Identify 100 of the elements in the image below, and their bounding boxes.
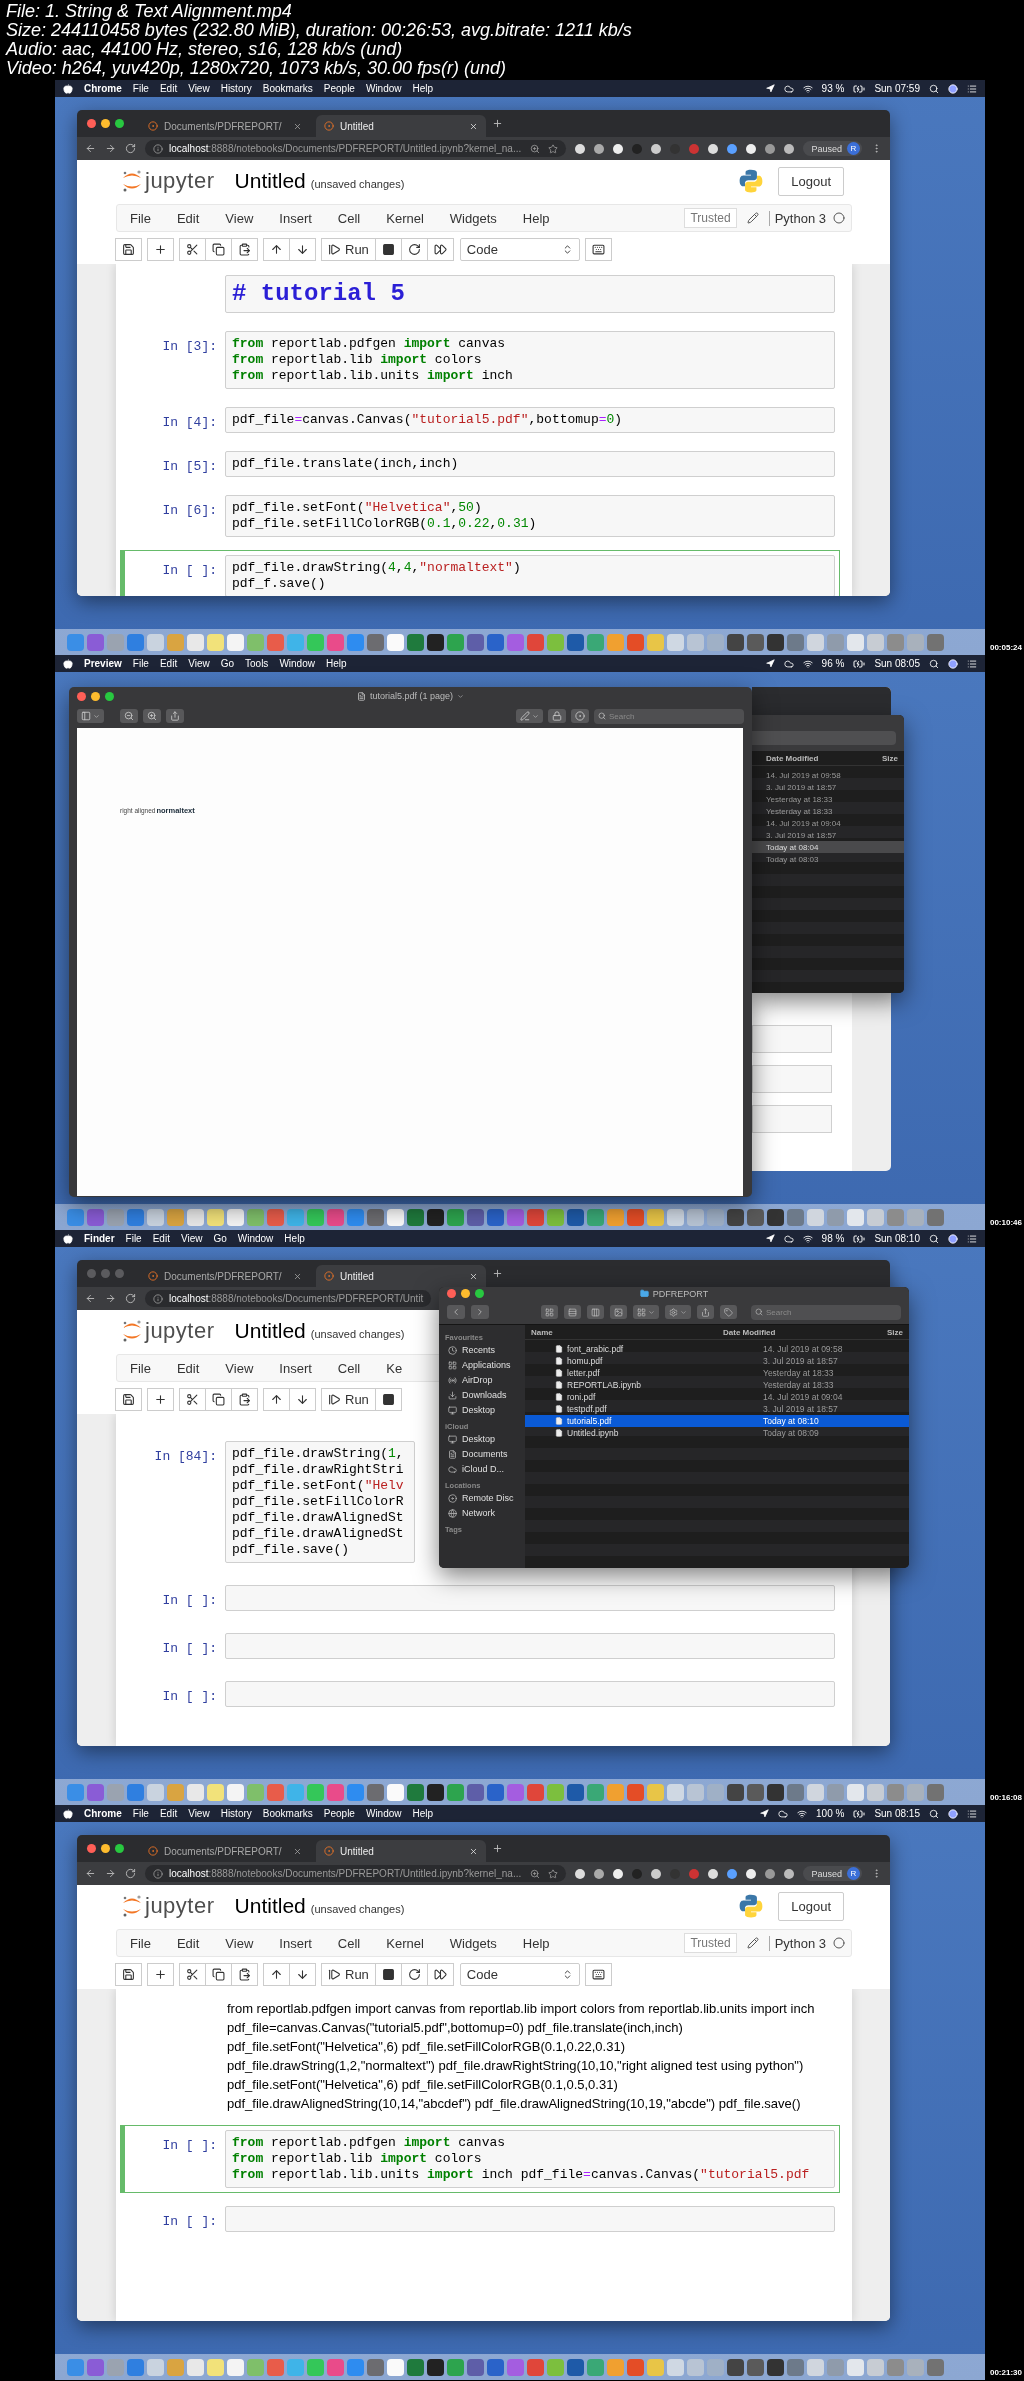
menubar-item[interactable]: Edit bbox=[159, 658, 178, 669]
notebook-cell[interactable]: In [ ]: bbox=[120, 1580, 840, 1616]
menubar-item[interactable]: Help bbox=[412, 83, 434, 94]
menubar-item[interactable]: File bbox=[132, 658, 149, 669]
notebook-menu-item[interactable]: File bbox=[117, 210, 164, 226]
menubar-item[interactable]: View bbox=[180, 1233, 203, 1244]
notebook-cell[interactable]: In [6]: pdf_file.setFont("Helvetica",50) pdf_file.setFillColorRGB(0.1,0.22,0.31) bbox=[120, 490, 840, 542]
browser-tab[interactable]: Documents/PDFREPORT/ bbox=[140, 1840, 310, 1862]
file-row[interactable]: Yesterday at 18:33 bbox=[752, 793, 904, 805]
column-header[interactable]: Date Modified bbox=[723, 1327, 776, 1337]
menubar-item[interactable]: Window bbox=[237, 1233, 274, 1244]
browser-tab[interactable]: Documents/PDFREPORT/ bbox=[140, 115, 310, 137]
file-row[interactable]: roni.pdf 14. Jul 2019 at 09:04 bbox=[525, 1391, 909, 1403]
file-row[interactable]: 3. Jul 2019 at 18:57 bbox=[752, 829, 904, 841]
code-editor[interactable]: pdf_file.drawString(4,4,"normaltext") pdf_f.save() bbox=[225, 555, 835, 596]
menubar-item[interactable]: Edit bbox=[159, 83, 178, 94]
trusted-indicator[interactable]: Trusted bbox=[684, 208, 737, 228]
browser-tab[interactable]: Untitled bbox=[316, 1840, 486, 1862]
sidebar-item[interactable]: Recents bbox=[445, 1343, 519, 1357]
browser-tab[interactable]: Documents/PDFREPORT/ bbox=[140, 1265, 310, 1287]
sidebar-item[interactable]: Network bbox=[445, 1506, 519, 1520]
code-editor[interactable]: pdf_file=canvas.Canvas("tutorial5.pdf",bottomup=0) bbox=[225, 407, 835, 433]
code-editor[interactable]: from reportlab.pdfgen import canvas from reportlab.lib import colors from reportlab.lib.units import inch pdf_file=canvas.Canvas("tutorial5.pdf bbox=[225, 2130, 835, 2188]
sidebar-item[interactable]: Desktop bbox=[445, 1432, 519, 1446]
menubar-item[interactable]: Window bbox=[279, 658, 315, 669]
notebook-cell[interactable]: In [84]: pdf_file.drawString(1, pdf_file.drawRightStri pdf_file.setFont("Helv pdf_file.setFillColorR pdf_file.drawAlignedSt pdf_file.drawAlignedSt pdf_file.save() bbox=[120, 1436, 420, 1568]
menubar-app-name[interactable]: Chrome bbox=[84, 1808, 122, 1819]
code-editor[interactable]: pdf_file.setFont("Helvetica",50) pdf_file.setFillColorRGB(0.1,0.22,0.31) bbox=[225, 495, 835, 537]
menubar-app-name[interactable]: Preview bbox=[84, 658, 122, 669]
cell-type-select[interactable]: Code bbox=[459, 1962, 580, 1986]
file-row[interactable]: homu.pdf 3. Jul 2019 at 18:57 bbox=[525, 1355, 909, 1367]
profile-button[interactable]: Paused R bbox=[803, 1866, 862, 1881]
menubar-item[interactable]: People bbox=[323, 1808, 355, 1819]
sidebar-item[interactable]: AirDrop bbox=[445, 1373, 519, 1387]
menubar-item[interactable]: Go bbox=[220, 658, 234, 669]
notebook-menu-item[interactable]: File bbox=[117, 1360, 164, 1376]
notebook-menu-item[interactable]: Insert bbox=[266, 1360, 325, 1376]
menubar-clock[interactable]: Sun 08:15 bbox=[874, 1808, 920, 1819]
notebook-cell[interactable]: In [4]: pdf_file=canvas.Canvas("tutorial5.pdf",bottomup=0) bbox=[120, 402, 840, 438]
notebook-cell[interactable]: In [5]: pdf_file.translate(inch,inch) bbox=[120, 446, 840, 482]
menubar-item[interactable]: File bbox=[132, 83, 149, 94]
notebook-menu-item[interactable]: Edit bbox=[163, 1935, 213, 1951]
column-header[interactable]: Date Modified bbox=[766, 753, 819, 763]
notebook-cell[interactable]: In [3]: from reportlab.pdfgen import canvas from reportlab.lib import colors from reportlab.lib.units import inch bbox=[120, 326, 840, 394]
column-header[interactable]: Name bbox=[531, 1327, 553, 1337]
notebook-menu-item[interactable]: Widgets bbox=[436, 210, 510, 226]
trusted-indicator[interactable]: Trusted bbox=[684, 1933, 737, 1953]
column-header[interactable]: Size bbox=[887, 1327, 903, 1337]
logout-button[interactable]: Logout bbox=[778, 1891, 844, 1921]
menubar-item[interactable]: Help bbox=[325, 658, 347, 669]
menubar-item[interactable]: Tools bbox=[245, 658, 269, 669]
run-button[interactable]: Run bbox=[321, 1962, 376, 1986]
sidebar-item[interactable]: iCloud D... bbox=[445, 1462, 519, 1476]
notebook-title[interactable]: Untitled bbox=[234, 169, 306, 193]
file-row[interactable]: tutorial5.pdf Today at 08:10 bbox=[525, 1415, 909, 1427]
profile-button[interactable]: Paused R bbox=[803, 141, 862, 156]
column-header[interactable]: Size bbox=[882, 753, 898, 763]
run-button[interactable]: Run bbox=[321, 1387, 376, 1411]
file-row[interactable]: Untitled.ipynb Today at 08:09 bbox=[525, 1427, 909, 1439]
notebook-menu-item[interactable]: Insert bbox=[266, 1935, 325, 1951]
notebook-cell[interactable]: # tutorial 5 bbox=[120, 270, 840, 318]
cell-type-select[interactable]: Code bbox=[459, 237, 580, 261]
menubar-item[interactable]: File bbox=[125, 1233, 142, 1244]
address-bar[interactable]: localhost:8888/notebooks/Documents/PDFREPORT/Untitled.ipynb?kernel_na... bbox=[145, 1865, 567, 1882]
menubar-item[interactable]: View bbox=[188, 83, 210, 94]
address-bar[interactable]: localhost:8888/notebooks/Documents/PDFREPORT/Untit bbox=[145, 1290, 432, 1307]
menubar-item[interactable]: Edit bbox=[159, 1808, 178, 1819]
menubar-item[interactable]: Bookmarks bbox=[262, 83, 313, 94]
notebook-menu-item[interactable]: Edit bbox=[163, 1360, 213, 1376]
notebook-menu-item[interactable]: Insert bbox=[266, 210, 325, 226]
notebook-menu-item[interactable]: Help bbox=[509, 1935, 563, 1951]
notebook-menu-item[interactable]: Widgets bbox=[436, 1935, 510, 1951]
sidebar-item[interactable]: Documents bbox=[445, 1447, 519, 1461]
run-button[interactable]: Run bbox=[321, 237, 376, 261]
menubar-item[interactable]: People bbox=[323, 83, 355, 94]
file-row[interactable]: letter.pdf Yesterday at 18:33 bbox=[525, 1367, 909, 1379]
file-row[interactable]: font_arabic.pdf 14. Jul 2019 at 09:58 bbox=[525, 1343, 909, 1355]
code-editor[interactable]: from reportlab.pdfgen import canvas from reportlab.lib import colors from reportlab.lib.units import inch bbox=[225, 331, 835, 389]
menubar-item[interactable]: History bbox=[220, 83, 252, 94]
sidebar-item[interactable]: Applications bbox=[445, 1358, 519, 1372]
notebook-menu-item[interactable]: Cell bbox=[324, 1935, 374, 1951]
sidebar-item[interactable]: Downloads bbox=[445, 1388, 519, 1402]
menubar-item[interactable]: Edit bbox=[152, 1233, 170, 1244]
menubar-item[interactable]: Window bbox=[365, 1808, 402, 1819]
menubar-clock[interactable]: Sun 08:10 bbox=[874, 1233, 920, 1244]
notebook-menu-item[interactable]: Help bbox=[509, 210, 563, 226]
sidebar-item[interactable]: Desktop bbox=[445, 1403, 519, 1417]
menubar-item[interactable]: Bookmarks bbox=[262, 1808, 313, 1819]
notebook-cell[interactable]: In [ ]: bbox=[120, 1628, 840, 1664]
file-row[interactable]: 14. Jul 2019 at 09:04 bbox=[752, 817, 904, 829]
file-row[interactable]: 14. Jul 2019 at 09:58 bbox=[752, 769, 904, 781]
menubar-clock[interactable]: Sun 07:59 bbox=[874, 83, 920, 94]
notebook-menu-item[interactable]: Ke bbox=[373, 1360, 416, 1376]
menubar-app-name[interactable]: Chrome bbox=[84, 83, 122, 94]
notebook-cell[interactable]: In [ ]: bbox=[120, 2201, 840, 2237]
menubar-item[interactable]: View bbox=[188, 1808, 210, 1819]
notebook-menu-item[interactable]: File bbox=[117, 1935, 164, 1951]
menubar-app-name[interactable]: Finder bbox=[84, 1233, 115, 1244]
file-row[interactable]: Today at 08:04 bbox=[752, 841, 904, 853]
file-row[interactable]: Today at 08:03 bbox=[752, 853, 904, 865]
